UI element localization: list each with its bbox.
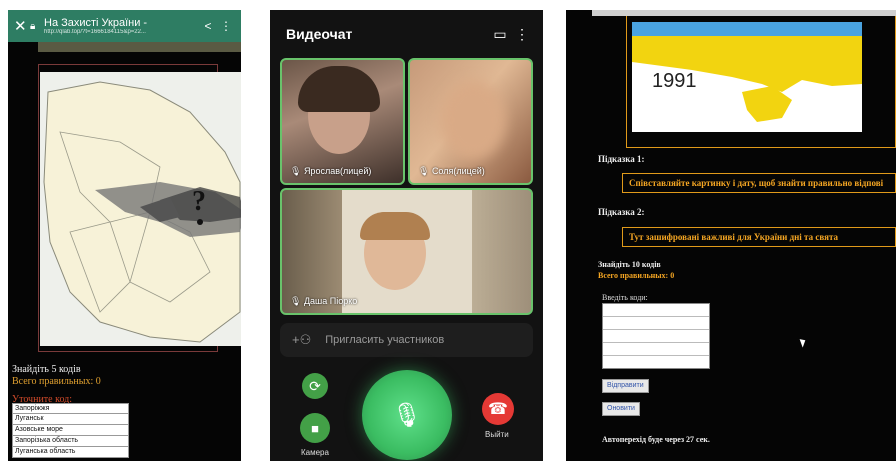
find-codes-text: Знайдіть 10 кодів [598, 260, 661, 269]
code-options-list: Запоріжжя Луганськ Азовське море Запоріз… [12, 403, 129, 458]
page-banner [38, 42, 241, 52]
participant-hair [298, 66, 380, 112]
participant-tile[interactable]: 🎙︎ Соля(лицей) [408, 58, 533, 185]
map-dot [197, 219, 203, 225]
textarea-line [603, 317, 709, 330]
add-person-icon: +⚇ [292, 332, 312, 347]
textarea-line [603, 330, 709, 343]
browser-title-block: На Захисті України - http://qlab.top/?t=… [44, 18, 199, 35]
correct-count-text: Всего правильных: 0 [598, 271, 675, 280]
invite-participants-button[interactable]: +⚇ Пригласить участников [280, 323, 533, 357]
participant-tile[interactable]: 🎙︎ Даша Піорко [280, 188, 533, 315]
page-title: На Захисті України - [44, 17, 148, 29]
more-menu-icon[interactable]: ⋮ [217, 19, 235, 33]
find-codes-text: Знайдіть 5 кодів [12, 364, 81, 375]
correct-count-text: Всего правильных: 0 [12, 376, 101, 387]
hint1-title: Підказка 1: [598, 154, 645, 164]
codes-textarea[interactable] [602, 303, 710, 369]
hint1-text: Співставляйте картинку і дату, щоб знайт… [622, 173, 896, 193]
option-item[interactable]: Запорізька область [12, 436, 129, 447]
participant-video [440, 80, 506, 160]
quest-phone-screenshot: ✕ 🔒︎ На Захисті України - http://qlab.to… [8, 10, 241, 461]
auto-transition-text: Автоперехід буде через 27 сек. [602, 435, 710, 444]
mouse-cursor-icon [799, 337, 808, 348]
refresh-button[interactable]: Оновити [602, 402, 640, 416]
option-item[interactable]: Луганська область [12, 447, 129, 458]
participant-name: 🎙︎ Даша Піорко [290, 296, 358, 306]
page-url: http://qlab.top/?t=1666184115&p=22... [44, 28, 146, 35]
switch-camera-button[interactable]: ⟳ [302, 373, 328, 399]
question-mark-icon: ? [192, 186, 206, 217]
ukraine-map-image: ? [40, 72, 241, 346]
participant-name: 🎙︎ Соля(лицей) [418, 166, 485, 176]
option-item[interactable]: Луганськ [12, 414, 129, 425]
status-block: Знайдіть 5 кодів Всего правильных: 0 Уто… [12, 364, 101, 406]
year-label: 1991 [652, 70, 697, 92]
desktop-quest-photo: 1991 Підказка 1: Співставляйте картинку … [566, 10, 896, 461]
microphone-icon: 🎙︎ [391, 401, 423, 429]
screen-cast-icon[interactable]: ▭ [489, 26, 511, 43]
option-item[interactable]: Азовське море [12, 425, 129, 436]
microphone-button[interactable]: 🎙︎ [362, 370, 452, 460]
videochat-screenshot: Видеочат ▭ ⋮ 🎙︎ Ярослав(лицей) 🎙︎ Соля(л… [270, 10, 543, 461]
rotate-icon: ⟳ [309, 377, 321, 394]
close-icon[interactable]: ✕ [14, 17, 30, 35]
send-button[interactable]: Відправити [602, 379, 649, 393]
videochat-title: Видеочат [286, 26, 353, 42]
end-call-button[interactable]: ☎︎ [482, 393, 514, 425]
hint2-text: Тут зашифровані важливі для України дні … [622, 227, 896, 247]
lock-icon: 🔒︎ [30, 20, 36, 32]
camera-icon: ■ [311, 420, 319, 436]
textarea-line [603, 343, 709, 356]
find-block: Знайдіть 10 кодів Всего правильных: 0 [598, 259, 674, 281]
enter-codes-label: Введіть коди: [602, 293, 648, 302]
share-icon[interactable]: < [199, 19, 217, 33]
hint2-title: Підказка 2: [598, 207, 645, 217]
participant-hair [360, 212, 430, 240]
exit-label: Выйти [485, 430, 509, 439]
invite-label: Пригласить участников [325, 334, 445, 346]
phone-hangup-icon: ☎︎ [488, 401, 508, 418]
camera-button[interactable]: ■ [300, 413, 330, 443]
ukraine-1991-image: 1991 [632, 22, 862, 132]
textarea-line [603, 304, 709, 317]
participant-tile[interactable]: 🎙︎ Ярослав(лицей) [280, 58, 405, 185]
participant-name: 🎙︎ Ярослав(лицей) [290, 166, 372, 176]
browser-toolbar: ✕ 🔒︎ На Захисті України - http://qlab.to… [8, 10, 241, 42]
videochat-header: Видеочат ▭ ⋮ [270, 10, 543, 58]
more-menu-icon[interactable]: ⋮ [511, 26, 533, 43]
camera-label: Камера [301, 448, 329, 457]
option-item[interactable]: Запоріжжя [12, 403, 129, 414]
